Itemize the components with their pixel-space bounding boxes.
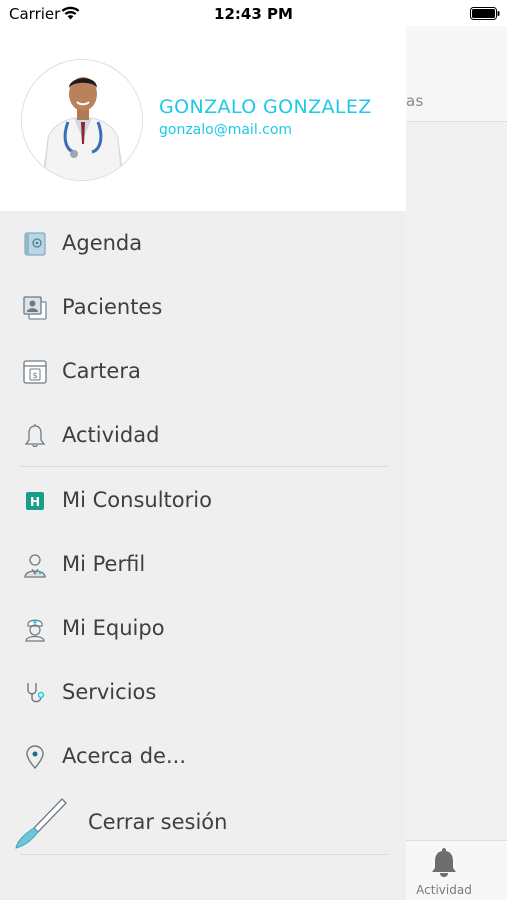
- status-bar: Carrier 12:43 PM: [0, 0, 507, 26]
- menu-label: Mi Perfil: [62, 552, 146, 576]
- patients-icon: [23, 296, 47, 320]
- menu-divider: [20, 466, 388, 467]
- avatar[interactable]: [21, 59, 143, 181]
- menu-label: Acerca de...: [62, 744, 187, 768]
- menu-label: Actividad: [62, 423, 160, 447]
- background-content: [406, 122, 507, 840]
- menu-item-mi-equipo[interactable]: Mi Equipo: [0, 598, 406, 658]
- logout-button[interactable]: Cerrar sesión: [0, 794, 406, 852]
- logout-label: Cerrar sesión: [88, 810, 228, 834]
- side-drawer: GONZALO GONZALEZ gonzalo@mail.com Agenda…: [0, 26, 406, 900]
- menu-item-cartera[interactable]: $ Cartera: [0, 341, 406, 401]
- background-tab-label: as: [406, 92, 424, 110]
- bell-icon: [24, 424, 46, 448]
- menu-item-servicios[interactable]: Servicios: [0, 662, 406, 722]
- profile-header[interactable]: GONZALO GONZALEZ gonzalo@mail.com: [0, 26, 406, 211]
- menu-item-agenda[interactable]: Agenda: [0, 213, 406, 273]
- menu-item-actividad[interactable]: Actividad: [0, 405, 406, 465]
- menu-label: Agenda: [62, 231, 143, 255]
- tabbar-actividad-label[interactable]: Actividad: [406, 883, 482, 897]
- menu-label: Cartera: [62, 359, 141, 383]
- menu-item-mi-consultorio[interactable]: H Mi Consultorio: [0, 470, 406, 530]
- menu-item-mi-perfil[interactable]: Mi Perfil: [0, 534, 406, 594]
- menu-divider: [20, 854, 388, 855]
- svg-text:H: H: [30, 495, 40, 509]
- menu-item-pacientes[interactable]: Pacientes: [0, 277, 406, 337]
- svg-text:$: $: [32, 371, 37, 380]
- user-name: GONZALO GONZALEZ: [159, 96, 372, 118]
- menu-label: Pacientes: [62, 295, 163, 319]
- location-pin-icon: [26, 745, 44, 770]
- nurse-icon: [25, 619, 45, 642]
- doctor-profile-icon: [24, 554, 46, 578]
- doctor-avatar-icon: [22, 60, 142, 180]
- scalpel-icon: [15, 798, 67, 849]
- menu-label: Servicios: [62, 680, 157, 704]
- stethoscope-icon: [27, 683, 45, 703]
- battery-icon: [470, 7, 500, 20]
- clock: 12:43 PM: [214, 5, 293, 23]
- bell-icon[interactable]: [430, 846, 458, 878]
- agenda-icon: [24, 232, 46, 256]
- user-email: gonzalo@mail.com: [159, 122, 293, 138]
- hospital-icon: H: [26, 492, 44, 510]
- wallet-icon: $: [23, 360, 47, 384]
- menu-label: Mi Equipo: [62, 616, 165, 640]
- menu-item-acerca-de[interactable]: Acerca de...: [0, 726, 406, 786]
- menu-label: Mi Consultorio: [62, 488, 212, 512]
